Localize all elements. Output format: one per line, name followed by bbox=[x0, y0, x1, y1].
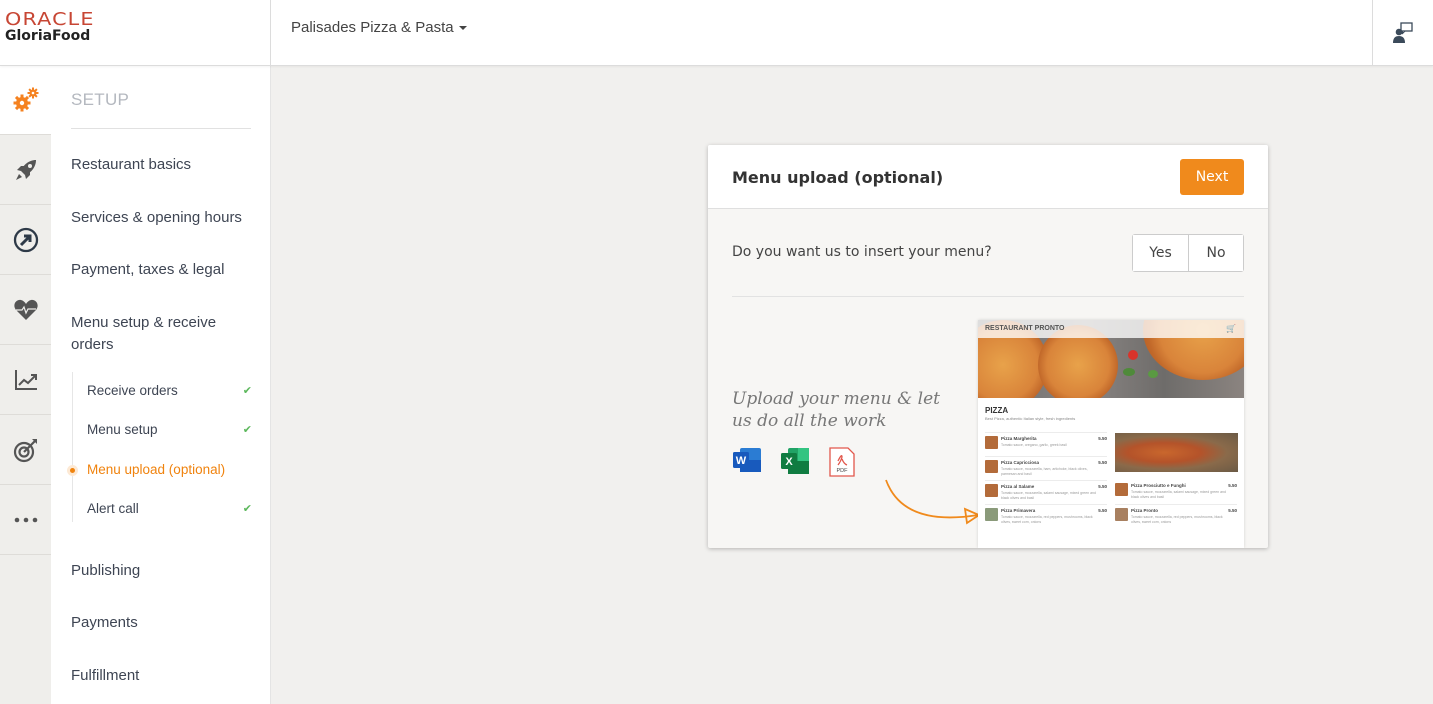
nav-menu-setup-receive-orders[interactable]: Menu setup & receive orders bbox=[71, 312, 251, 356]
svg-text:PDF: PDF bbox=[837, 468, 849, 474]
nav-services-opening-hours[interactable]: Services & opening hours bbox=[71, 207, 251, 229]
subnav-label: Menu upload (optional) bbox=[87, 462, 226, 477]
pointer-arrow-icon bbox=[885, 479, 981, 525]
preview-item: Pizza Capricciosa 5.50 Tomato sauce, mozza… bbox=[985, 456, 1107, 480]
nav-payments[interactable]: Payments bbox=[71, 612, 251, 634]
subnav-alert-call[interactable]: Alert call ✔ bbox=[87, 501, 252, 516]
check-icon: ✔ bbox=[242, 503, 252, 515]
preview-item: Pizza Prosciutto e Funghi 5.50 Tomato sauc… bbox=[1115, 480, 1237, 504]
caret-down-icon bbox=[458, 26, 467, 31]
preview-item: Pizza Margherita 5.50 Tomato sauce, oregan… bbox=[985, 432, 1107, 456]
support-agent-icon bbox=[1393, 22, 1413, 43]
card-header: Menu upload (optional) Next bbox=[708, 145, 1268, 209]
nav-publishing[interactable]: Publishing bbox=[71, 560, 251, 582]
target-icon bbox=[13, 438, 37, 462]
current-step-dot-icon bbox=[67, 465, 78, 476]
rail-launch[interactable] bbox=[0, 135, 51, 205]
preview-hero-image: RESTAURANT PRONTO 🛒 bbox=[978, 320, 1244, 398]
pdf-icon: PDF bbox=[829, 447, 858, 477]
check-icon: ✔ bbox=[242, 385, 252, 397]
card-title: Menu upload (optional) bbox=[732, 168, 944, 187]
yes-no-toggle: Yes No bbox=[1132, 234, 1244, 272]
check-icon: ✔ bbox=[242, 424, 252, 436]
icon-rail bbox=[0, 66, 51, 704]
restaurant-name: Palisades Pizza & Pasta bbox=[291, 19, 454, 36]
rail-reports[interactable] bbox=[0, 345, 51, 415]
word-icon: W bbox=[733, 447, 762, 477]
promo-text: Upload your menu & let us do all the wor… bbox=[732, 389, 940, 431]
oracle-wordmark: ORACLE bbox=[5, 9, 95, 30]
gears-icon bbox=[13, 87, 38, 112]
no-button[interactable]: No bbox=[1188, 235, 1243, 271]
chart-line-icon bbox=[14, 369, 37, 390]
gloriafood-wordmark: GloriaFood bbox=[5, 28, 91, 44]
rocket-icon bbox=[15, 159, 36, 180]
menu-upload-card: Menu upload (optional) Next Do you want … bbox=[708, 145, 1268, 548]
divider bbox=[71, 128, 251, 129]
next-button[interactable]: Next bbox=[1180, 159, 1244, 195]
svg-text:W: W bbox=[736, 455, 747, 467]
preview-item: Pizza Pronto 5.50 Tomato sauce, mozzarella… bbox=[1115, 504, 1237, 528]
menu-preview-image: RESTAURANT PRONTO 🛒 PIZZA Best Pizza, au… bbox=[978, 320, 1244, 548]
preview-item: Pizza al Salame 5.50 Tomato sauce, mozzare… bbox=[985, 480, 1107, 504]
subnav-receive-orders[interactable]: Receive orders ✔ bbox=[87, 383, 252, 398]
preview-pizza-photo bbox=[1115, 433, 1238, 472]
preview-header: RESTAURANT PRONTO bbox=[978, 320, 1244, 338]
rail-health[interactable] bbox=[0, 275, 51, 345]
rail-marketing[interactable] bbox=[0, 205, 51, 275]
subnav-label: Receive orders bbox=[87, 383, 178, 398]
nav-restaurant-basics[interactable]: Restaurant basics bbox=[71, 154, 251, 176]
subnav-menu-setup[interactable]: Menu setup ✔ bbox=[87, 422, 252, 437]
insert-menu-question: Do you want us to insert your menu? bbox=[732, 244, 992, 260]
cart-icon: 🛒 bbox=[1226, 324, 1236, 333]
subnav-menu-upload[interactable]: Menu upload (optional) bbox=[87, 462, 252, 477]
svg-text:X: X bbox=[785, 456, 793, 468]
brand-logo[interactable]: ORACLE GloriaFood bbox=[0, 0, 271, 66]
divider bbox=[732, 296, 1244, 297]
restaurant-selector[interactable]: Palisades Pizza & Pasta bbox=[291, 19, 467, 36]
excel-icon: X bbox=[781, 447, 810, 477]
rail-setup[interactable] bbox=[0, 66, 51, 135]
yes-button[interactable]: Yes bbox=[1133, 235, 1188, 271]
preview-item: Pizza Primavera 5.50 Tomato sauce, mozzare… bbox=[985, 504, 1107, 528]
preview-category-desc: Best Pizza, authentic Italian style, fre… bbox=[985, 416, 1076, 421]
support-button[interactable] bbox=[1372, 0, 1433, 66]
file-type-icons: W X PDF bbox=[733, 447, 858, 477]
subnav-label: Menu setup bbox=[87, 422, 158, 437]
top-bar: ORACLE GloriaFood Palisades Pizza & Past… bbox=[0, 0, 1433, 66]
subnav-label: Alert call bbox=[87, 501, 139, 516]
nav-fulfillment[interactable]: Fulfillment bbox=[71, 665, 251, 687]
circle-arrow-icon bbox=[13, 227, 38, 252]
nav-payment-taxes-legal[interactable]: Payment, taxes & legal bbox=[71, 259, 251, 281]
setup-sidenav: SETUP Restaurant basics Services & openi… bbox=[51, 66, 271, 704]
section-title: SETUP bbox=[71, 90, 130, 109]
rail-more[interactable] bbox=[0, 485, 51, 555]
heart-pulse-icon bbox=[13, 299, 38, 320]
rail-goals[interactable] bbox=[0, 415, 51, 485]
subnav-line bbox=[72, 372, 73, 522]
more-icon bbox=[14, 517, 37, 522]
preview-category: PIZZA bbox=[985, 406, 1009, 415]
